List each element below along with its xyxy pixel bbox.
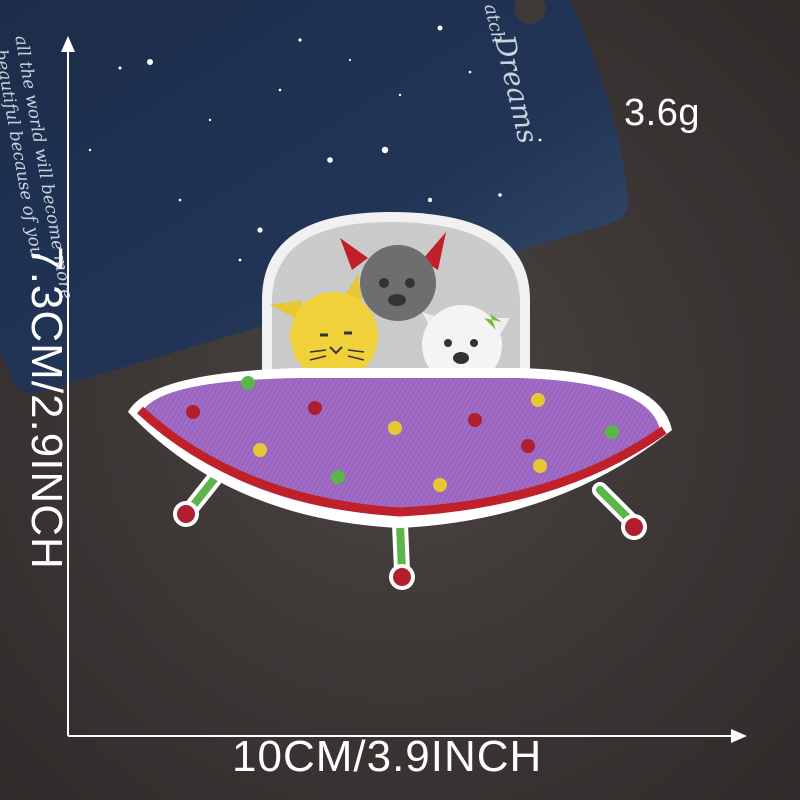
width-dimension-label: 10CM/3.9INCH	[232, 732, 543, 781]
weight-label: 3.6g	[624, 92, 700, 134]
height-dimension-label: 7.3CM/2.9INCH	[22, 246, 71, 570]
